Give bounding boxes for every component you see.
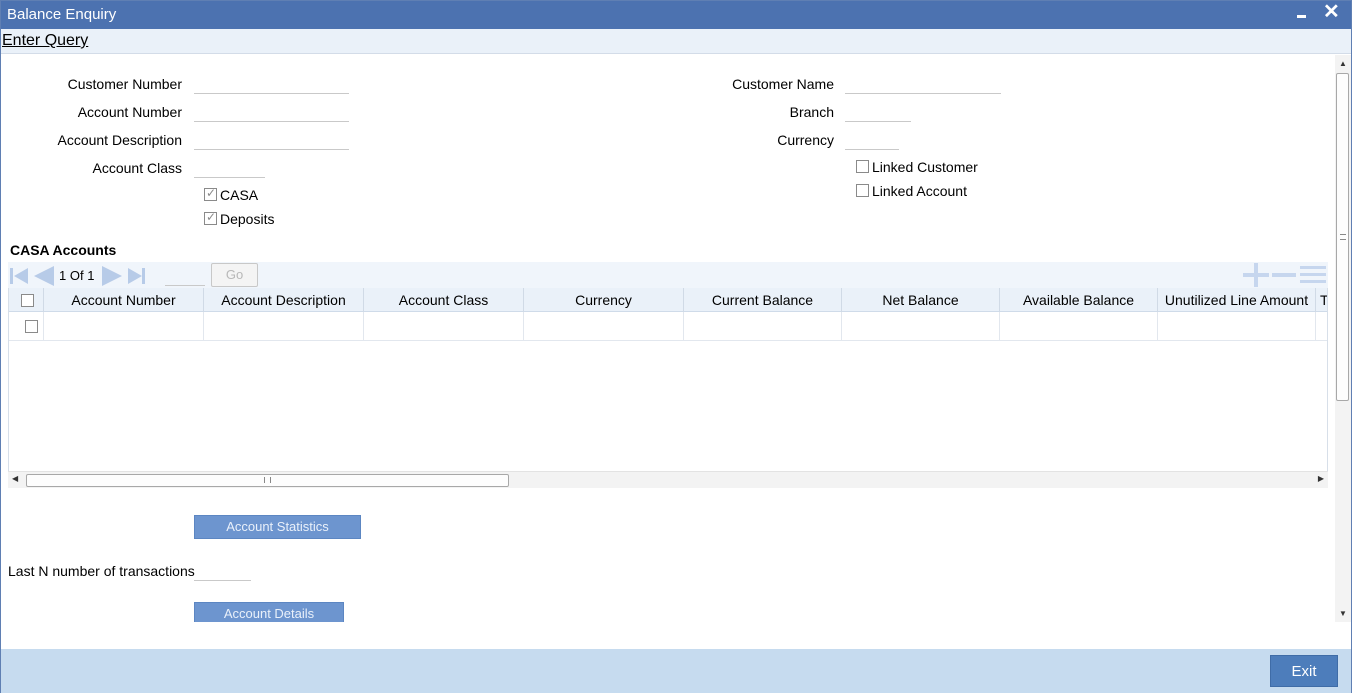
casa-checkbox[interactable] — [204, 186, 217, 201]
linked-account-label: Linked Account — [872, 183, 967, 199]
column-header[interactable]: Current Balance — [684, 288, 842, 312]
customer-name-field[interactable] — [845, 93, 1001, 94]
column-header[interactable]: Account Class — [364, 288, 524, 312]
table-cell[interactable] — [364, 312, 524, 341]
go-button[interactable]: Go — [211, 263, 258, 287]
header-select-cell — [9, 288, 44, 312]
vertical-scrollbar[interactable]: ▲ ▼ — [1335, 55, 1351, 622]
close-icon[interactable]: ✕ — [1323, 1, 1340, 23]
customer-name-label: Customer Name — [732, 76, 834, 92]
currency-field[interactable] — [845, 149, 899, 150]
delete-row-icon[interactable] — [1272, 273, 1296, 277]
column-header[interactable]: Te — [1316, 288, 1327, 312]
current-page: 1 — [59, 268, 67, 283]
table-cell[interactable] — [1158, 312, 1316, 341]
casa-accounts-grid: Account Number Account Description Accou… — [8, 288, 1328, 473]
last-page-icon[interactable] — [128, 266, 148, 286]
scrollbar-thumb[interactable] — [26, 474, 509, 487]
scroll-up-icon[interactable]: ▲ — [1339, 59, 1347, 68]
table-cell[interactable] — [44, 312, 204, 341]
title-bar: Balance Enquiry ✕ — [1, 1, 1351, 29]
column-header[interactable]: Unutilized Line Amount — [1158, 288, 1316, 312]
account-number-label: Account Number — [77, 104, 182, 120]
page-indicator: 1 Of 1 — [59, 268, 94, 283]
row-select-cell — [9, 312, 44, 341]
account-statistics-button[interactable]: Account Statistics — [194, 515, 361, 539]
page-number-input[interactable] — [165, 266, 205, 286]
column-header[interactable]: Account Description — [204, 288, 364, 312]
previous-page-icon[interactable] — [34, 266, 54, 286]
table-cell[interactable] — [1000, 312, 1158, 341]
account-details-button[interactable]: Account Details — [194, 602, 344, 622]
table-cell[interactable] — [842, 312, 1000, 341]
row-checkbox[interactable] — [25, 320, 38, 333]
column-header[interactable]: Net Balance — [842, 288, 1000, 312]
table-cell[interactable] — [524, 312, 684, 341]
enter-query-link[interactable]: Enter Query — [2, 32, 88, 50]
currency-label: Currency — [777, 132, 834, 148]
scroll-left-icon[interactable]: ◀ — [12, 474, 18, 483]
customer-number-label: Customer Number — [67, 76, 182, 92]
total-pages: 1 — [87, 268, 95, 283]
column-header[interactable]: Available Balance — [1000, 288, 1158, 312]
grid-horizontal-scrollbar[interactable]: ◀ ▶ — [8, 471, 1328, 488]
add-row-icon[interactable] — [1243, 263, 1269, 287]
table-cell[interactable] — [204, 312, 364, 341]
window-title: Balance Enquiry — [7, 6, 117, 23]
exit-button[interactable]: Exit — [1270, 655, 1338, 687]
scroll-down-icon[interactable]: ▼ — [1339, 609, 1347, 618]
table-cell[interactable] — [1316, 312, 1327, 341]
casa-label: CASA — [220, 187, 259, 203]
form-content: Customer Number Account Number Account D… — [1, 55, 1335, 622]
table-cell[interactable] — [684, 312, 842, 341]
branch-label: Branch — [789, 104, 834, 120]
last-n-transactions-field[interactable] — [194, 580, 251, 581]
casa-accounts-title: CASA Accounts — [10, 242, 117, 258]
grid-toolbar: 1 Of 1 Go — [8, 262, 1328, 288]
deposits-label: Deposits — [220, 211, 275, 227]
grid-header: Account Number Account Description Accou… — [9, 288, 1327, 312]
account-description-field[interactable] — [194, 149, 349, 150]
minimize-icon[interactable] — [1295, 5, 1309, 23]
customer-number-field[interactable] — [194, 93, 349, 94]
table-row[interactable] — [9, 312, 1327, 341]
next-page-icon[interactable] — [102, 266, 122, 286]
deposits-checkbox[interactable] — [204, 210, 217, 225]
linked-account-checkbox[interactable] — [856, 184, 869, 197]
of-label: Of — [69, 268, 84, 283]
scrollbar-thumb[interactable] — [1336, 73, 1349, 401]
column-header[interactable]: Account Number — [44, 288, 204, 312]
account-description-label: Account Description — [57, 132, 182, 148]
first-page-icon[interactable] — [10, 266, 30, 286]
branch-field[interactable] — [845, 121, 911, 122]
account-number-field[interactable] — [194, 121, 349, 122]
select-all-checkbox[interactable] — [21, 294, 34, 307]
single-view-icon[interactable] — [1300, 265, 1326, 285]
footer-bar: Exit — [1, 649, 1351, 693]
scroll-right-icon[interactable]: ▶ — [1318, 474, 1324, 483]
balance-enquiry-window: Balance Enquiry ✕ Enter Query Customer N… — [0, 0, 1352, 693]
column-header[interactable]: Currency — [524, 288, 684, 312]
linked-customer-label: Linked Customer — [872, 159, 978, 175]
last-n-transactions-label: Last N number of transactions — [8, 563, 195, 579]
account-class-label: Account Class — [92, 160, 182, 176]
linked-customer-checkbox[interactable] — [856, 160, 869, 173]
query-toolbar: Enter Query — [1, 29, 1351, 54]
account-class-field[interactable] — [194, 177, 265, 178]
